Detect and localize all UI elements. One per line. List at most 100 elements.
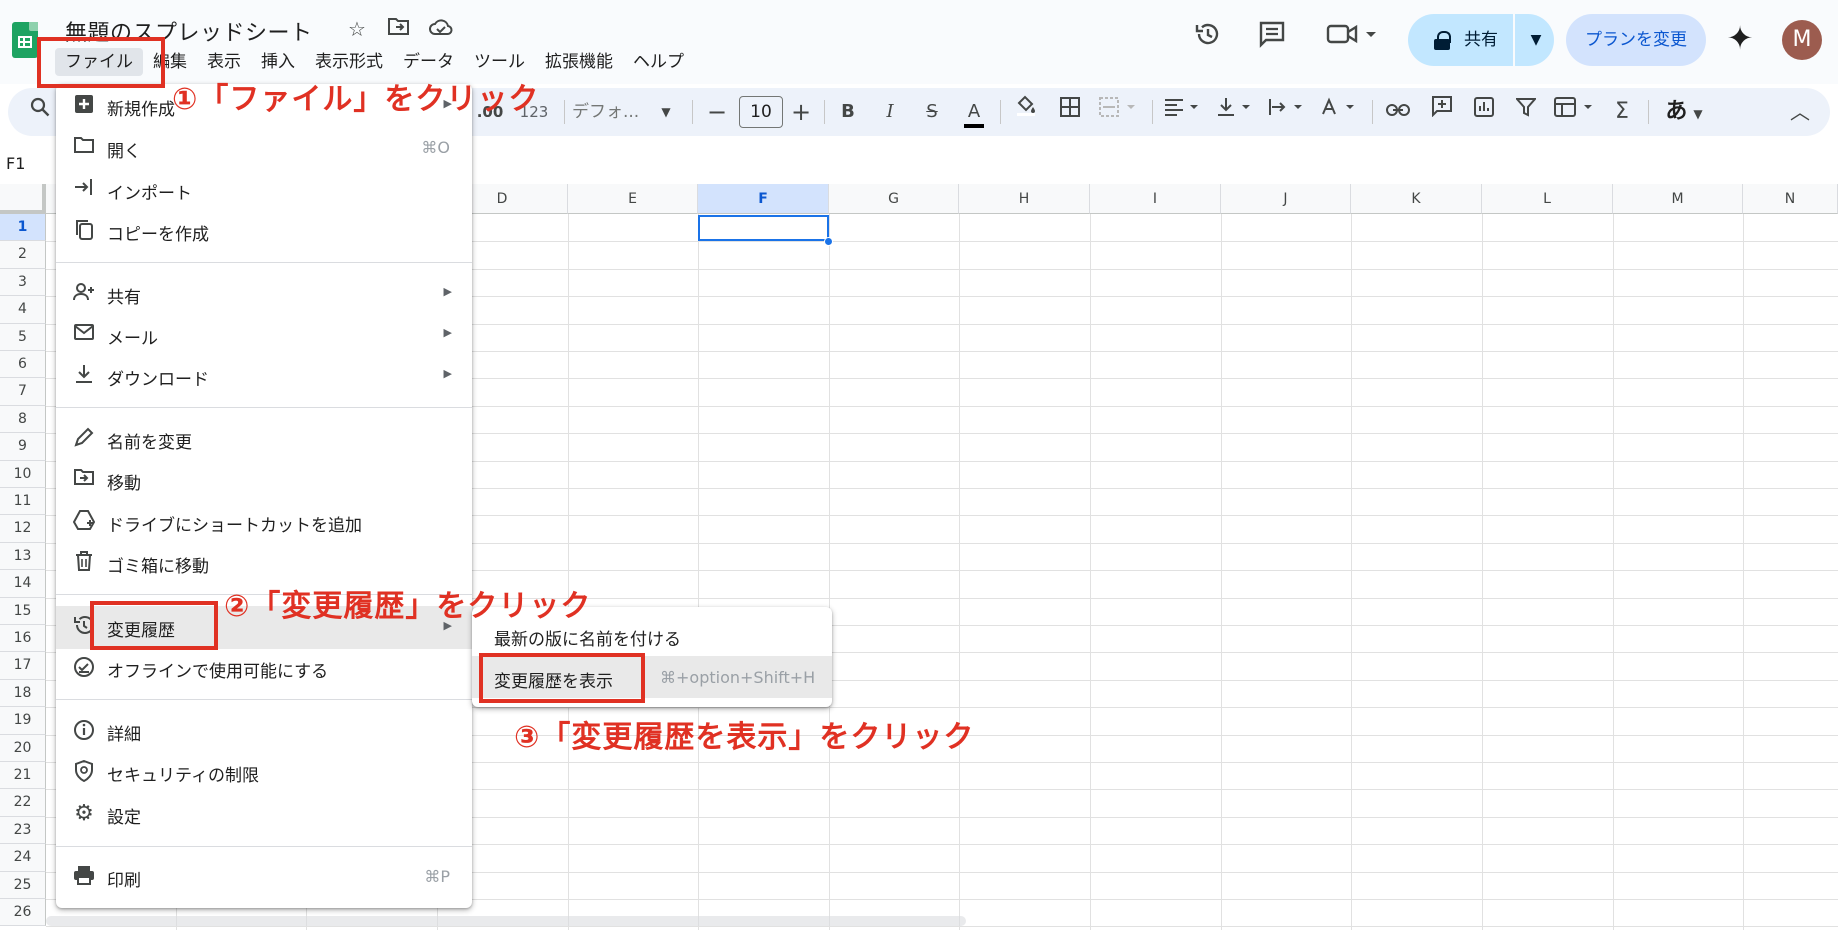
column-header-e[interactable]: E xyxy=(568,184,698,214)
insert-chart-icon[interactable] xyxy=(1468,88,1500,136)
menu-format[interactable]: 表示形式 xyxy=(305,48,393,76)
column-header-j[interactable]: J xyxy=(1221,184,1351,214)
column-header-k[interactable]: K xyxy=(1351,184,1482,214)
fill-color-icon[interactable] xyxy=(1010,88,1042,136)
row-header-16[interactable]: 16 xyxy=(0,625,46,653)
column-header-l[interactable]: L xyxy=(1482,184,1613,214)
borders-icon[interactable] xyxy=(1054,88,1086,136)
row-header-12[interactable]: 12 xyxy=(0,515,46,543)
row-header-23[interactable]: 23 xyxy=(0,816,46,845)
file-menu-move[interactable]: 移動 xyxy=(56,460,472,500)
menu-view[interactable]: 表示 xyxy=(197,48,251,76)
file-menu-print[interactable]: 印刷 ⌘P xyxy=(56,857,472,897)
row-header-5[interactable]: 5 xyxy=(0,323,46,351)
file-menu-open[interactable]: 開く ⌘O xyxy=(56,128,472,168)
select-all-corner[interactable] xyxy=(0,184,46,214)
row-header-15[interactable]: 15 xyxy=(0,597,46,625)
file-menu-email[interactable]: メール ▶ xyxy=(56,315,472,355)
row-header-1[interactable]: 1 xyxy=(0,214,46,242)
file-menu-security[interactable]: セキュリティの制限 xyxy=(56,752,472,792)
font-family-select[interactable]: デフォ... xyxy=(572,88,652,136)
row-header-9[interactable]: 9 xyxy=(0,433,46,461)
decrease-font-size-icon[interactable]: − xyxy=(704,88,730,136)
change-plan-button[interactable]: プランを変更 xyxy=(1566,14,1706,66)
row-header-22[interactable]: 22 xyxy=(0,789,46,817)
functions-icon[interactable]: Σ xyxy=(1606,88,1638,136)
version-history-icon[interactable] xyxy=(1188,20,1228,60)
insert-comment-icon[interactable] xyxy=(1426,88,1458,136)
filter-icon[interactable] xyxy=(1510,88,1542,136)
file-menu-offline[interactable]: オフラインで使用可能にする xyxy=(56,648,472,688)
row-header-7[interactable]: 7 xyxy=(0,378,46,406)
row-header-10[interactable]: 10 xyxy=(0,460,46,488)
horizontal-align-icon[interactable] xyxy=(1162,88,1206,136)
file-menu-import[interactable]: インポート xyxy=(56,170,472,210)
merge-cells-icon[interactable] xyxy=(1096,88,1142,136)
file-menu-add-shortcut[interactable]: ドライブにショートカットを追加 xyxy=(56,502,472,542)
meet-video-icon[interactable] xyxy=(1322,20,1382,60)
font-size-input[interactable]: 10 xyxy=(739,96,783,128)
row-header-20[interactable]: 20 xyxy=(0,734,46,762)
row-header-25[interactable]: 25 xyxy=(0,871,46,899)
input-tools-icon[interactable]: あ ▼ xyxy=(1656,88,1712,136)
column-header-m[interactable]: M xyxy=(1613,184,1743,214)
file-menu-share[interactable]: 共有 ▶ xyxy=(56,274,472,314)
collapse-toolbar-icon[interactable]: ︿ xyxy=(1784,88,1816,136)
file-menu-download[interactable]: ダウンロード ▶ xyxy=(56,356,472,396)
row-header-24[interactable]: 24 xyxy=(0,844,46,872)
vertical-align-icon[interactable] xyxy=(1214,88,1258,136)
share-dropdown-icon[interactable]: ▼ xyxy=(1518,14,1554,66)
strikethrough-icon[interactable]: S xyxy=(918,88,946,136)
row-header-18[interactable]: 18 xyxy=(0,679,46,708)
menu-insert[interactable]: 挿入 xyxy=(251,48,305,76)
text-color-icon[interactable]: A xyxy=(958,88,990,136)
column-header-h[interactable]: H xyxy=(959,184,1090,214)
row-header-13[interactable]: 13 xyxy=(0,542,46,571)
row-header-2[interactable]: 2 xyxy=(0,241,46,269)
move-folder-icon[interactable] xyxy=(386,16,412,42)
horizontal-scrollbar[interactable] xyxy=(46,916,966,926)
italic-icon[interactable]: I xyxy=(876,88,904,136)
bold-icon[interactable]: B xyxy=(834,88,862,136)
row-header-19[interactable]: 19 xyxy=(0,707,46,735)
row-header-3[interactable]: 3 xyxy=(0,268,46,297)
fill-handle[interactable] xyxy=(824,237,833,246)
row-header-17[interactable]: 17 xyxy=(0,652,46,680)
selected-cell-f1[interactable] xyxy=(698,215,829,241)
file-menu-trash[interactable]: ゴミ箱に移動 xyxy=(56,543,472,583)
insert-link-icon[interactable] xyxy=(1382,88,1414,136)
file-menu-make-copy[interactable]: コピーを作成 xyxy=(56,211,472,251)
row-header-26[interactable]: 26 xyxy=(0,899,46,927)
text-rotation-icon[interactable] xyxy=(1318,88,1362,136)
column-header-g[interactable]: G xyxy=(829,184,959,214)
file-menu-details[interactable]: 詳細 xyxy=(56,711,472,751)
menu-extensions[interactable]: 拡張機能 xyxy=(535,48,623,76)
file-menu-settings[interactable]: ⚙ 設定 xyxy=(56,794,472,834)
font-family-dropdown-icon[interactable]: ▼ xyxy=(656,88,676,136)
row-header-6[interactable]: 6 xyxy=(0,351,46,379)
row-header-8[interactable]: 8 xyxy=(0,405,46,434)
row-header-11[interactable]: 11 xyxy=(0,488,46,516)
file-menu-rename[interactable]: 名前を変更 xyxy=(56,419,472,459)
column-header-n[interactable]: N xyxy=(1743,184,1838,214)
row-header-14[interactable]: 14 xyxy=(0,570,46,598)
column-header-i[interactable]: I xyxy=(1090,184,1221,214)
avatar[interactable]: M xyxy=(1782,20,1822,60)
menu-tools[interactable]: ツール xyxy=(464,48,535,76)
share-button[interactable]: 共有 ▼ xyxy=(1408,14,1554,66)
star-icon[interactable]: ☆ xyxy=(344,16,370,42)
comments-icon[interactable] xyxy=(1252,20,1292,60)
sheets-logo-icon[interactable] xyxy=(12,22,38,58)
name-box[interactable]: F1 xyxy=(6,154,25,173)
menu-help[interactable]: ヘルプ xyxy=(623,48,694,76)
column-header-f[interactable]: F xyxy=(698,184,829,214)
row-header-4[interactable]: 4 xyxy=(0,296,46,324)
search-menus-icon[interactable] xyxy=(28,88,52,136)
menu-data[interactable]: データ xyxy=(393,48,464,76)
row-header-21[interactable]: 21 xyxy=(0,762,46,790)
cloud-saved-icon[interactable] xyxy=(428,16,454,42)
increase-font-size-icon[interactable]: + xyxy=(788,88,814,136)
text-wrap-icon[interactable] xyxy=(1266,88,1310,136)
filter-views-icon[interactable] xyxy=(1552,88,1600,136)
gemini-icon[interactable]: ✦ xyxy=(1720,18,1760,58)
